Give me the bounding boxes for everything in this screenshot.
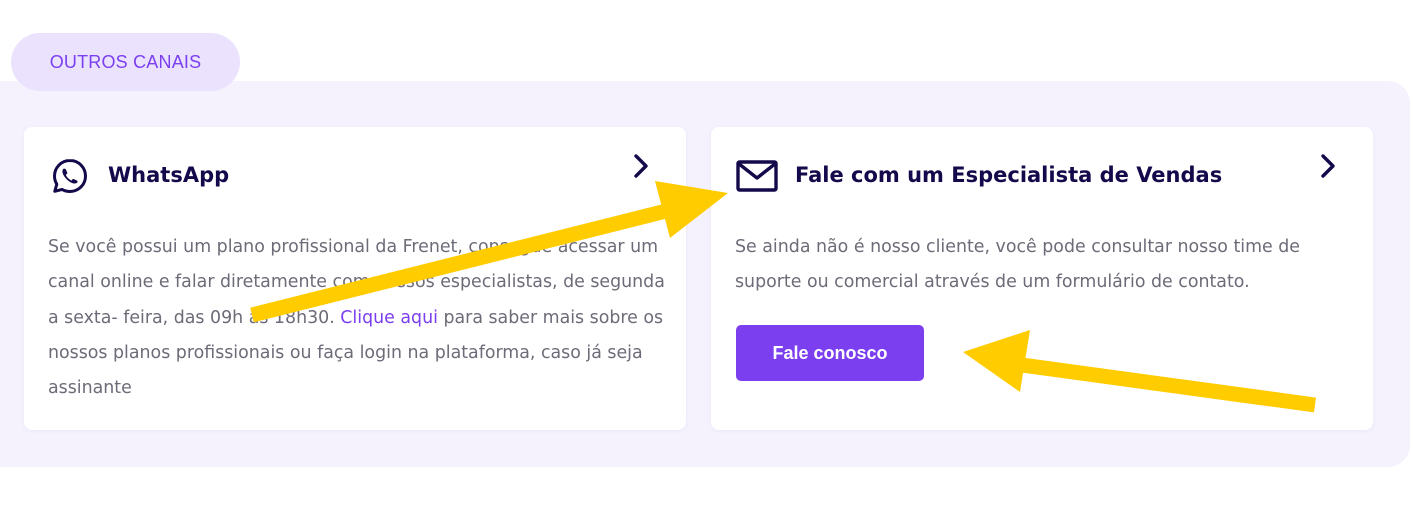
page: OUTROS CANAIS WhatsApp Se você possui um… xyxy=(0,0,1413,510)
section-tag: OUTROS CANAIS xyxy=(11,33,240,91)
fale-conosco-button[interactable]: Fale conosco xyxy=(736,325,924,381)
mail-icon xyxy=(736,160,778,192)
card-whatsapp[interactable]: WhatsApp Se você possui um plano profiss… xyxy=(24,127,686,430)
chevron-right-icon[interactable] xyxy=(632,153,650,179)
learn-more-link[interactable]: Clique aqui xyxy=(340,308,438,328)
card-description: Se você possui um plano profissional da … xyxy=(48,230,666,406)
card-title: WhatsApp xyxy=(108,163,230,187)
card-description: Se ainda não é nosso cliente, você pode … xyxy=(735,237,1301,293)
chevron-right-icon[interactable] xyxy=(1319,153,1337,179)
card-sales-specialist[interactable]: Fale com um Especialista de Vendas Se ai… xyxy=(711,127,1373,430)
card-specialist-title: Fale com um Especialista de Vendas xyxy=(795,163,1223,187)
whatsapp-icon xyxy=(53,159,87,193)
